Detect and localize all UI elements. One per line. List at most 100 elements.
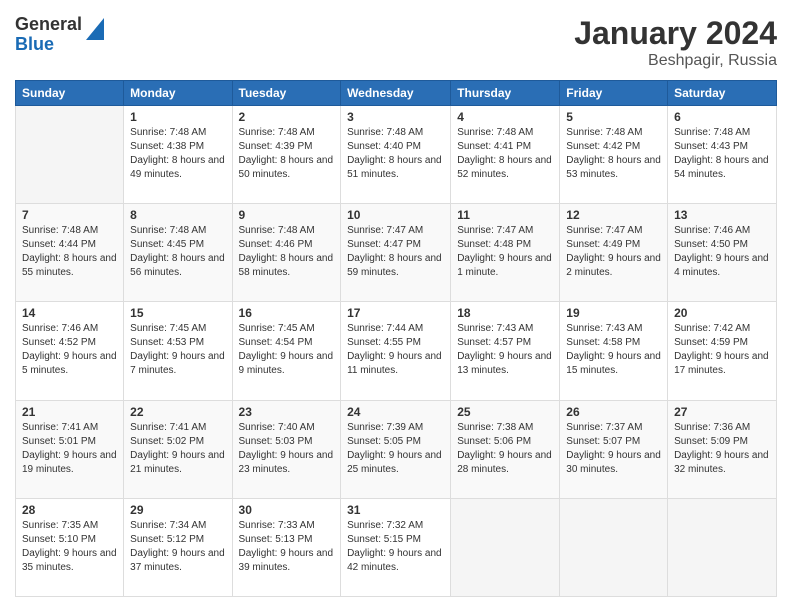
day-number: 4 <box>457 110 553 124</box>
day-number: 29 <box>130 503 225 517</box>
title-block: January 2024 Beshpagir, Russia <box>574 15 777 70</box>
calendar-page: General Blue January 2024 Beshpagir, Rus… <box>0 0 792 612</box>
day-number: 15 <box>130 306 225 320</box>
day-number: 13 <box>674 208 770 222</box>
day-info: Sunrise: 7:35 AMSunset: 5:10 PMDaylight:… <box>22 519 117 575</box>
day-number: 30 <box>239 503 335 517</box>
day-info: Sunrise: 7:43 AMSunset: 4:58 PMDaylight:… <box>566 322 661 378</box>
day-info: Sunrise: 7:43 AMSunset: 4:57 PMDaylight:… <box>457 322 553 378</box>
day-number: 23 <box>239 405 335 419</box>
day-number: 21 <box>22 405 117 419</box>
calendar-cell: 13Sunrise: 7:46 AMSunset: 4:50 PMDayligh… <box>668 204 777 302</box>
weekday-header: Tuesday <box>232 81 341 106</box>
calendar-cell: 7Sunrise: 7:48 AMSunset: 4:44 PMDaylight… <box>16 204 124 302</box>
day-info: Sunrise: 7:48 AMSunset: 4:46 PMDaylight:… <box>239 224 335 280</box>
day-number: 11 <box>457 208 553 222</box>
day-info: Sunrise: 7:33 AMSunset: 5:13 PMDaylight:… <box>239 519 335 575</box>
calendar-cell: 17 Sunrise: 7:44 AMSunset: 4:55 PMDayligh… <box>341 302 451 400</box>
calendar-header: SundayMondayTuesdayWednesdayThursdayFrid… <box>16 81 777 106</box>
day-number: 24 <box>347 405 444 419</box>
header: General Blue January 2024 Beshpagir, Rus… <box>15 15 777 70</box>
calendar-cell <box>560 498 668 596</box>
day-number: 2 <box>239 110 335 124</box>
logo-icon <box>86 18 104 40</box>
calendar-cell <box>16 106 124 204</box>
calendar-cell: 4 Sunrise: 7:48 AMSunset: 4:41 PMDaylight… <box>451 106 560 204</box>
day-info: Sunrise: 7:37 AMSunset: 5:07 PMDaylight:… <box>566 421 661 477</box>
logo: General Blue <box>15 15 104 55</box>
logo-general-text: General <box>15 15 82 35</box>
day-number: 22 <box>130 405 225 419</box>
calendar-cell: 12 Sunrise: 7:47 AMSunset: 4:49 PMDayligh… <box>560 204 668 302</box>
calendar-cell: 19 Sunrise: 7:43 AMSunset: 4:58 PMDayligh… <box>560 302 668 400</box>
day-number: 28 <box>22 503 117 517</box>
calendar-cell: 11Sunrise: 7:47 AMSunset: 4:48 PMDayligh… <box>451 204 560 302</box>
calendar-cell: 28 Sunrise: 7:35 AMSunset: 5:10 PMDayligh… <box>16 498 124 596</box>
calendar-cell: 25 Sunrise: 7:38 AMSunset: 5:06 PMDayligh… <box>451 400 560 498</box>
day-info: Sunrise: 7:40 AMSunset: 5:03 PMDaylight:… <box>239 421 335 477</box>
calendar-cell: 3 Sunrise: 7:48 AMSunset: 4:40 PMDaylight… <box>341 106 451 204</box>
day-info: Sunrise: 7:46 AMSunset: 4:52 PMDaylight:… <box>22 322 117 378</box>
day-number: 12 <box>566 208 661 222</box>
day-info: Sunrise: 7:48 AMSunset: 4:42 PMDaylight:… <box>566 126 661 182</box>
calendar-cell: 30 Sunrise: 7:33 AMSunset: 5:13 PMDayligh… <box>232 498 341 596</box>
day-number: 31 <box>347 503 444 517</box>
day-info: Sunrise: 7:45 AMSunset: 4:54 PMDaylight:… <box>239 322 335 378</box>
calendar-cell: 6 Sunrise: 7:48 AMSunset: 4:43 PMDaylight… <box>668 106 777 204</box>
calendar-cell: 27 Sunrise: 7:36 AMSunset: 5:09 PMDayligh… <box>668 400 777 498</box>
day-number: 19 <box>566 306 661 320</box>
day-info: Sunrise: 7:48 AMSunset: 4:38 PMDaylight:… <box>130 126 225 182</box>
calendar-body: 1Sunrise: 7:48 AMSunset: 4:38 PMDaylight… <box>16 106 777 597</box>
weekday-header: Wednesday <box>341 81 451 106</box>
calendar-cell: 24Sunrise: 7:39 AMSunset: 5:05 PMDayligh… <box>341 400 451 498</box>
calendar-cell: 31 Sunrise: 7:32 AMSunset: 5:15 PMDayligh… <box>341 498 451 596</box>
calendar-cell: 15 Sunrise: 7:45 AMSunset: 4:53 PMDayligh… <box>124 302 232 400</box>
calendar-cell: 22 Sunrise: 7:41 AMSunset: 5:02 PMDayligh… <box>124 400 232 498</box>
calendar-cell: 29 Sunrise: 7:34 AMSunset: 5:12 PMDayligh… <box>124 498 232 596</box>
day-info: Sunrise: 7:48 AMSunset: 4:43 PMDaylight:… <box>674 126 770 182</box>
day-info: Sunrise: 7:41 AMSunset: 5:02 PMDaylight:… <box>130 421 225 477</box>
day-number: 5 <box>566 110 661 124</box>
main-title: January 2024 <box>574 15 777 52</box>
weekday-header: Sunday <box>16 81 124 106</box>
day-info: Sunrise: 7:48 AMSunset: 4:40 PMDaylight:… <box>347 126 444 182</box>
day-info: Sunrise: 7:32 AMSunset: 5:15 PMDaylight:… <box>347 519 444 575</box>
calendar-cell: 5 Sunrise: 7:48 AMSunset: 4:42 PMDaylight… <box>560 106 668 204</box>
calendar-cell: 10 Sunrise: 7:47 AMSunset: 4:47 PMDayligh… <box>341 204 451 302</box>
day-info: Sunrise: 7:44 AMSunset: 4:55 PMDaylight:… <box>347 322 444 378</box>
day-info: Sunrise: 7:41 AMSunset: 5:01 PMDaylight:… <box>22 421 117 477</box>
calendar-cell: 14Sunrise: 7:46 AMSunset: 4:52 PMDayligh… <box>16 302 124 400</box>
day-number: 8 <box>130 208 225 222</box>
day-number: 9 <box>239 208 335 222</box>
day-number: 20 <box>674 306 770 320</box>
day-info: Sunrise: 7:48 AMSunset: 4:41 PMDaylight:… <box>457 126 553 182</box>
day-info: Sunrise: 7:48 AMSunset: 4:44 PMDaylight:… <box>22 224 117 280</box>
weekday-header: Monday <box>124 81 232 106</box>
weekday-header: Saturday <box>668 81 777 106</box>
calendar-cell: 23 Sunrise: 7:40 AMSunset: 5:03 PMDayligh… <box>232 400 341 498</box>
day-info: Sunrise: 7:36 AMSunset: 5:09 PMDaylight:… <box>674 421 770 477</box>
day-number: 18 <box>457 306 553 320</box>
calendar-cell <box>451 498 560 596</box>
weekday-header: Thursday <box>451 81 560 106</box>
calendar-cell: 18 Sunrise: 7:43 AMSunset: 4:57 PMDayligh… <box>451 302 560 400</box>
logo-blue-text: Blue <box>15 35 82 55</box>
day-info: Sunrise: 7:34 AMSunset: 5:12 PMDaylight:… <box>130 519 225 575</box>
calendar-cell: 8Sunrise: 7:48 AMSunset: 4:45 PMDaylight… <box>124 204 232 302</box>
calendar-cell: 21 Sunrise: 7:41 AMSunset: 5:01 PMDayligh… <box>16 400 124 498</box>
weekday-header: Friday <box>560 81 668 106</box>
day-info: Sunrise: 7:48 AMSunset: 4:39 PMDaylight:… <box>239 126 335 182</box>
day-info: Sunrise: 7:38 AMSunset: 5:06 PMDaylight:… <box>457 421 553 477</box>
day-number: 27 <box>674 405 770 419</box>
day-number: 10 <box>347 208 444 222</box>
day-number: 25 <box>457 405 553 419</box>
day-info: Sunrise: 7:47 AMSunset: 4:47 PMDaylight:… <box>347 224 444 280</box>
calendar-cell: 1Sunrise: 7:48 AMSunset: 4:38 PMDaylight… <box>124 106 232 204</box>
day-info: Sunrise: 7:45 AMSunset: 4:53 PMDaylight:… <box>130 322 225 378</box>
day-number: 6 <box>674 110 770 124</box>
day-number: 3 <box>347 110 444 124</box>
calendar-cell: 9 Sunrise: 7:48 AMSunset: 4:46 PMDaylight… <box>232 204 341 302</box>
day-info: Sunrise: 7:47 AMSunset: 4:49 PMDaylight:… <box>566 224 661 280</box>
day-number: 17 <box>347 306 444 320</box>
calendar-cell: 26Sunrise: 7:37 AMSunset: 5:07 PMDayligh… <box>560 400 668 498</box>
